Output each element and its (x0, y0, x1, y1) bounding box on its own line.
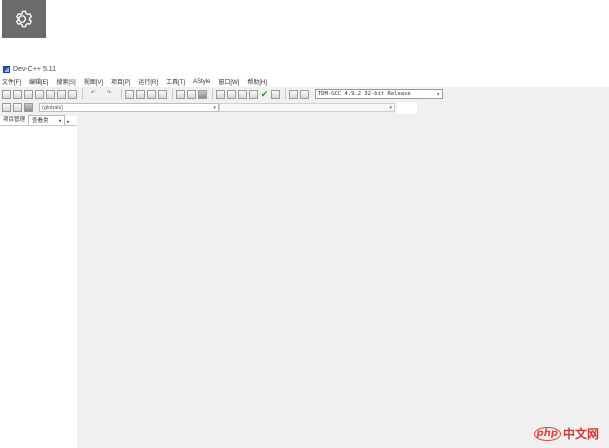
goto-line-button[interactable] (158, 89, 167, 99)
compiler-select-value: TDM-GCC 4.9.2 32-bit Release (318, 91, 411, 97)
editor-area[interactable] (77, 116, 609, 448)
rebuild-all-button[interactable] (249, 89, 258, 99)
compile-button[interactable] (216, 89, 225, 99)
undo-button[interactable]: ↶ (86, 90, 100, 99)
devcpp-icon (3, 65, 10, 73)
scope-select[interactable]: (globals) ▾ (39, 103, 219, 112)
syntax-check-button[interactable]: ✔ (260, 89, 269, 99)
new-file-button[interactable] (2, 89, 11, 99)
toolbar-separator (121, 89, 122, 99)
run-button[interactable] (227, 89, 236, 99)
menu-tools[interactable]: 工具[T] (166, 77, 185, 86)
close-button[interactable] (46, 89, 55, 99)
debug-button[interactable] (289, 89, 298, 99)
print-button[interactable] (68, 89, 77, 99)
member-select[interactable]: ▾ (219, 103, 395, 112)
menu-view[interactable]: 视图[V] (84, 77, 103, 86)
class-browser-toolbar: (globals) ▾ ▾ (0, 101, 609, 114)
chevron-down-icon: ▾ (436, 90, 440, 98)
tab-class-view-label: 查看类 (32, 117, 49, 124)
watermark-logo: php (533, 426, 561, 441)
stop-button[interactable] (271, 89, 280, 99)
tab-class-view[interactable]: 查看类 ◂ (28, 115, 66, 126)
compiler-select[interactable]: TDM-GCC 4.9.2 32-bit Release ▾ (315, 89, 443, 99)
indent-button[interactable] (176, 89, 185, 99)
menu-window[interactable]: 窗口[W] (218, 77, 239, 86)
menu-help[interactable]: 帮助[H] (247, 77, 267, 86)
main-toolbar: ↶ ↷ ✔ TDM-GCC 4.9.2 32-bit Release ▾ (0, 87, 609, 101)
profile-button[interactable] (300, 89, 309, 99)
compile-run-button[interactable] (238, 89, 247, 99)
unindent-button[interactable] (187, 89, 196, 99)
scope-select-value: (globals) (42, 104, 64, 111)
menu-search[interactable]: 搜索[S] (56, 77, 75, 86)
tab-project-management[interactable]: 项目管理 (0, 115, 28, 125)
devcpp-window: Dev-C++ 5.11 文件[F] 编辑[E] 搜索[S] 视图[V] 项目[… (0, 62, 609, 448)
toolbar-empty-area (397, 101, 417, 114)
find-button[interactable] (125, 89, 134, 99)
window-title: Dev-C++ 5.11 (13, 65, 57, 73)
site-watermark: php 中文网 (533, 425, 599, 442)
watermark-text: 中文网 (562, 427, 599, 441)
save-button[interactable] (24, 89, 33, 99)
menu-astyle[interactable]: AStyle (193, 79, 210, 85)
menu-bar: 文件[F] 编辑[E] 搜索[S] 视图[V] 项目[P] 运行[R] 工具[T… (0, 76, 609, 87)
chevron-left-icon[interactable]: ◂ (59, 116, 62, 126)
open-file-button[interactable] (13, 89, 22, 99)
toolbar-separator (285, 89, 286, 99)
toolbar-separator (172, 89, 173, 99)
menu-edit[interactable]: 编辑[E] (29, 77, 48, 86)
insert-button[interactable] (2, 103, 11, 112)
menu-run[interactable]: 运行[R] (138, 77, 158, 86)
chevron-down-icon: ▾ (213, 104, 216, 111)
goto-bookmark-button[interactable] (24, 103, 33, 112)
toggle-bookmark-button[interactable] (198, 89, 207, 99)
window-titlebar: Dev-C++ 5.11 (0, 62, 609, 76)
close-all-button[interactable] (57, 89, 66, 99)
save-all-button[interactable] (35, 89, 44, 99)
toolbar-separator (82, 89, 83, 99)
toolbar-separator (212, 89, 213, 99)
gear-icon (15, 10, 33, 28)
menu-project[interactable]: 项目[P] (111, 77, 130, 86)
menu-file[interactable]: 文件[F] (2, 77, 21, 86)
redo-button[interactable]: ↷ (102, 90, 116, 99)
project-panel: 项目管理 查看类 ◂ ▸ (0, 115, 77, 448)
chevron-down-icon: ▾ (389, 104, 392, 111)
replace-button[interactable] (136, 89, 145, 99)
panel-tabs: 项目管理 查看类 ◂ ▸ (0, 115, 77, 126)
toggle-comment-button[interactable] (13, 103, 22, 112)
settings-gear-badge[interactable] (2, 0, 46, 38)
chevron-right-icon[interactable]: ▸ (67, 119, 70, 125)
find-next-button[interactable] (147, 89, 156, 99)
